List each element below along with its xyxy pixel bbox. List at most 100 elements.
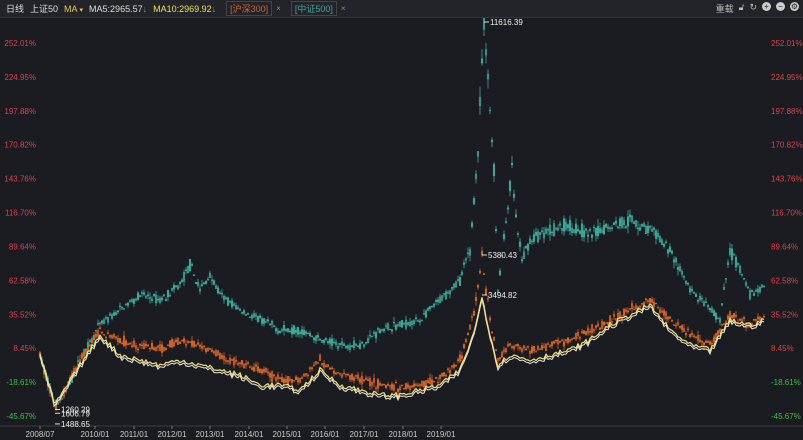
candle-body bbox=[120, 342, 124, 344]
candle-body bbox=[310, 367, 314, 369]
candle-body bbox=[510, 346, 514, 348]
price-annotation: 1488.65 bbox=[61, 420, 90, 429]
y-tick-label-right: 224.95% bbox=[771, 73, 803, 82]
close-icon[interactable]: × bbox=[276, 4, 281, 13]
candle-body bbox=[454, 364, 458, 367]
x-tick-label: 2016/01 bbox=[311, 430, 340, 439]
candle-body bbox=[390, 383, 394, 390]
candle-body bbox=[678, 325, 682, 328]
close-icon[interactable]: × bbox=[341, 4, 346, 13]
candle-body bbox=[422, 381, 426, 387]
candle-body bbox=[284, 379, 288, 383]
candle-body bbox=[652, 227, 656, 230]
reload-button[interactable]: 重载 bbox=[716, 2, 734, 15]
candle-body bbox=[100, 320, 104, 324]
candle-body bbox=[598, 327, 602, 330]
candle-body bbox=[136, 348, 140, 351]
candle-body bbox=[356, 345, 360, 348]
candle-body bbox=[668, 246, 672, 252]
candle-body bbox=[126, 302, 130, 306]
candle-body bbox=[268, 372, 272, 378]
x-tick-label: 2017/01 bbox=[350, 430, 379, 439]
candle-body bbox=[320, 363, 324, 365]
candle-body bbox=[520, 259, 524, 262]
candle-body bbox=[676, 267, 680, 270]
candle-body bbox=[210, 349, 214, 352]
candle-body bbox=[716, 317, 720, 319]
x-tick-label: 2013/01 bbox=[196, 430, 225, 439]
candle-body bbox=[272, 374, 276, 377]
candle-body bbox=[648, 298, 652, 303]
candle-body bbox=[328, 338, 332, 344]
symbol-label[interactable]: 上证50 bbox=[30, 2, 58, 15]
refresh-icon[interactable]: ↻ bbox=[749, 2, 757, 15]
zoom-in-icon[interactable]: + bbox=[762, 2, 771, 11]
candle-body bbox=[150, 343, 154, 349]
candle-body bbox=[160, 344, 164, 353]
candle-body bbox=[546, 229, 550, 231]
compare-tag-hs300[interactable]: [沪深300] bbox=[226, 1, 273, 16]
candle-body bbox=[294, 376, 298, 380]
candle-body bbox=[508, 180, 512, 192]
candle-body bbox=[362, 379, 366, 382]
candle-body bbox=[582, 230, 586, 238]
ma10-text: MA10:2969.92 bbox=[153, 3, 212, 14]
settings-icon[interactable]: ⚙ bbox=[790, 2, 799, 11]
candle-body bbox=[302, 329, 306, 336]
candle-body bbox=[268, 324, 272, 326]
candle-body bbox=[174, 285, 178, 288]
candle-body bbox=[312, 337, 316, 341]
candle-body bbox=[516, 344, 520, 347]
candle-body bbox=[580, 223, 584, 238]
candle-body bbox=[386, 384, 390, 386]
candle-body bbox=[304, 331, 308, 334]
x-tick-label: 2015/01 bbox=[273, 430, 302, 439]
x-tick-label: 2019/01 bbox=[427, 430, 456, 439]
lock-icon[interactable]: 🔓︎ bbox=[739, 2, 745, 15]
candle-body bbox=[188, 258, 192, 271]
candle-body bbox=[576, 228, 580, 232]
indicator-dropdown[interactable]: MA ▾ bbox=[64, 4, 83, 14]
candle-body bbox=[350, 373, 354, 380]
price-chart[interactable]: 252.01% 252.01% 224.95% 224.95% 197.88% 197.8… bbox=[0, 18, 803, 440]
candle-body bbox=[200, 284, 204, 287]
candle-body bbox=[240, 360, 244, 365]
candle-body bbox=[518, 241, 522, 247]
candle-body bbox=[410, 385, 414, 388]
candle-body bbox=[606, 322, 610, 325]
y-tick-label-left: 62.58% bbox=[9, 276, 36, 285]
candle-body bbox=[756, 316, 760, 320]
candle-body bbox=[266, 371, 270, 374]
candle-body bbox=[626, 310, 630, 313]
candle-body bbox=[144, 296, 148, 298]
candle-body bbox=[734, 315, 738, 317]
candle-body bbox=[316, 335, 320, 338]
candle-body bbox=[180, 279, 184, 282]
candle-body bbox=[88, 344, 92, 347]
x-tick-label: 2011/01 bbox=[120, 430, 149, 439]
period-selector[interactable]: 日线 bbox=[6, 2, 24, 15]
candle-body bbox=[730, 315, 734, 318]
y-tick-label-left: 252.01% bbox=[4, 39, 36, 48]
candle-body bbox=[274, 328, 278, 332]
candle-body bbox=[378, 329, 382, 334]
zoom-out-icon[interactable]: − bbox=[776, 2, 785, 11]
compare-tag-csi500[interactable]: [中证500] bbox=[290, 1, 337, 16]
candle-body bbox=[256, 366, 260, 372]
candle-body bbox=[540, 230, 544, 232]
candle-body bbox=[286, 328, 290, 332]
candle-body bbox=[456, 359, 460, 362]
candle-body bbox=[668, 316, 672, 319]
candle-body bbox=[494, 228, 498, 232]
candle-body bbox=[218, 292, 222, 294]
candle-body bbox=[168, 295, 172, 297]
candle-body bbox=[684, 333, 688, 336]
candle-body bbox=[224, 297, 228, 299]
candle-body bbox=[262, 318, 266, 324]
candle-body bbox=[358, 378, 362, 383]
x-tick-label: 2014/01 bbox=[235, 430, 264, 439]
y-tick-label-right: 143.76% bbox=[771, 175, 803, 184]
candle-body bbox=[378, 383, 382, 386]
candle-body bbox=[82, 352, 86, 357]
candle-body bbox=[444, 375, 448, 377]
